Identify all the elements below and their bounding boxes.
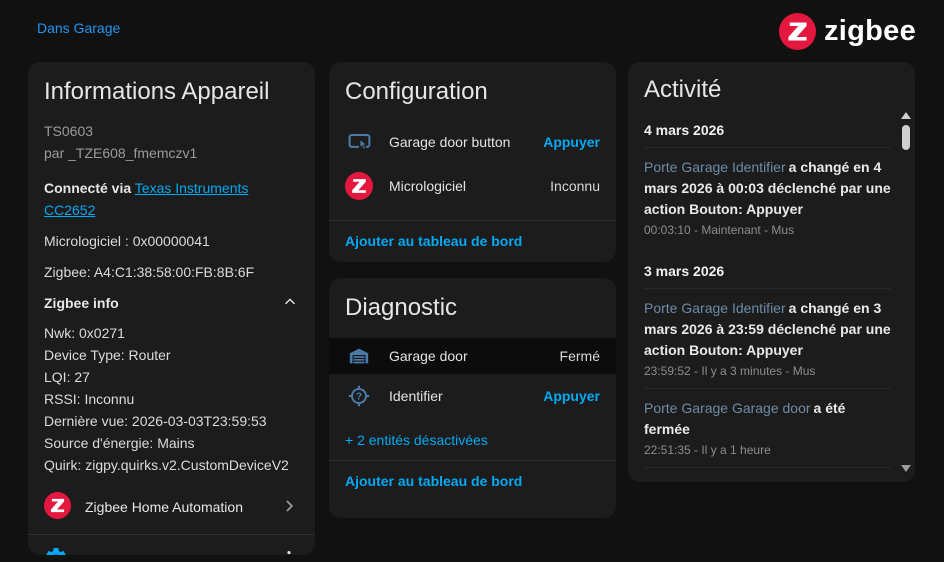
zigbee-logo-icon (44, 492, 71, 522)
device-info-card: Informations Appareil TS0603 par _TZE608… (28, 62, 315, 555)
logbook-entry: Porte Garage Garage door buttona changé … (644, 468, 891, 482)
zigbee-info-attributes: Nwk: 0x0271 Device Type: Router LQI: 27 … (44, 322, 299, 476)
device-info-title: Informations Appareil (28, 62, 315, 106)
cog-refresh-icon (44, 546, 68, 555)
activity-scrollbar[interactable] (901, 112, 911, 474)
scrollbar-thumb[interactable] (902, 125, 910, 150)
logbook-entity-link[interactable]: Porte Garage Garage door (644, 400, 811, 416)
scrollbar-down-arrow-icon[interactable] (901, 465, 911, 472)
svg-text:?: ? (356, 391, 362, 403)
crosshairs-question-icon: ? (345, 384, 373, 408)
attr-nwk: Nwk: 0x0271 (44, 322, 299, 344)
logbook-timestamp: 23:59:52 - Il y a 3 minutes - Mus (644, 363, 891, 379)
attr-quirk: Quirk: zigpy.quirks.v2.CustomDeviceV2 (44, 454, 299, 476)
zigbee-logo: zigbee (779, 13, 916, 50)
breadcrumb[interactable]: Dans Garage (37, 20, 120, 36)
garage-icon (345, 345, 373, 367)
zigbee-wordmark: zigbee (824, 15, 916, 48)
entity-row-garage-door[interactable]: Garage door Fermé (329, 338, 616, 374)
dots-vertical-icon[interactable] (273, 548, 305, 555)
logbook-entity-link[interactable]: Porte Garage Identifier (644, 159, 786, 175)
device-firmware: Micrologiciel : 0x00000041 (44, 230, 299, 252)
logbook-date-header: 3 mars 2026 (644, 262, 891, 280)
attr-lqi: LQI: 27 (44, 366, 299, 388)
zigbee-info-section-title: Zigbee info (44, 292, 119, 314)
activity-card: Activité 4 mars 2026 Porte Garage Identi… (628, 62, 915, 482)
add-to-dashboard-link[interactable]: Ajouter au tableau de bord (329, 461, 616, 503)
zigbee-logo-icon (779, 13, 816, 50)
integration-label: Zigbee Home Automation (85, 499, 265, 515)
entity-state: Fermé (560, 348, 600, 364)
entity-row-firmware[interactable]: Micrologiciel Inconnu (329, 164, 616, 208)
chevron-right-icon (279, 496, 299, 519)
diagnostic-title: Diagnostic (329, 278, 616, 322)
device-zigbee-address: Zigbee: A4:C1:38:58:00:FB:8B:6F (44, 261, 299, 283)
connected-via-label: Connecté via (44, 180, 131, 196)
attr-device-type: Device Type: Router (44, 344, 299, 366)
press-action-button[interactable]: Appuyer (543, 134, 600, 150)
logbook-timestamp: 00:03:10 - Maintenant - Mus (644, 222, 891, 238)
connected-via: Connecté via Texas Instruments CC2652 (44, 177, 299, 221)
logbook-date-header: 4 mars 2026 (644, 121, 891, 139)
scrollbar-up-arrow-icon[interactable] (901, 112, 911, 119)
logbook-entry: Porte Garage Identifiera changé en 4 mar… (644, 148, 891, 245)
gesture-tap-button-icon (345, 130, 373, 155)
add-to-dashboard-link[interactable]: Ajouter au tableau de bord (329, 221, 616, 262)
entity-label: Identifier (389, 388, 527, 404)
zigbee-info-section-header[interactable]: Zigbee info (44, 292, 299, 314)
logbook-entity-link[interactable]: Porte Garage Identifier (644, 300, 786, 316)
integration-row-zha[interactable]: Zigbee Home Automation (44, 486, 299, 528)
disabled-entities-link[interactable]: + 2 entités désactivées (329, 418, 616, 448)
logbook-timestamp: 22:51:35 - Il y a 1 heure (644, 442, 891, 458)
reconfigure-button[interactable]: Reconfigurer (78, 552, 263, 556)
entity-row-identify[interactable]: ? Identifier Appuyer (329, 374, 616, 418)
entity-label: Micrologiciel (389, 178, 534, 194)
diagnostic-card: Diagnostic Garage door Fermé ? Identifie… (329, 278, 616, 518)
logbook-list: 4 mars 2026 Porte Garage Identifiera cha… (628, 121, 915, 482)
activity-title: Activité (628, 62, 915, 104)
logbook-entry: Porte Garage Identifiera changé en 3 mar… (644, 289, 891, 386)
logbook-entry: Porte Garage Garage doora été fermée 22:… (644, 389, 891, 465)
configuration-title: Configuration (329, 62, 616, 106)
entity-label: Garage door button (389, 134, 527, 150)
attr-power-source: Source d'énergie: Mains (44, 432, 299, 454)
entity-label: Garage door (389, 348, 544, 364)
attr-rssi: RSSI: Inconnu (44, 388, 299, 410)
device-manufacturer: par _TZE608_fmemczv1 (44, 142, 299, 164)
entity-row-garage-door-button[interactable]: Garage door button Appuyer (329, 120, 616, 164)
press-action-button[interactable]: Appuyer (543, 388, 600, 404)
device-model: TS0603 (44, 120, 299, 142)
entity-state: Inconnu (550, 178, 600, 194)
logbook-entity-link[interactable]: Porte Garage Garage door button (644, 479, 853, 482)
zigbee-logo-icon (345, 172, 373, 200)
configuration-card: Configuration Garage door button Appuyer… (329, 62, 616, 262)
chevron-up-icon (281, 293, 299, 314)
attr-last-seen: Dernière vue: 2026-03-03T23:59:53 (44, 410, 299, 432)
